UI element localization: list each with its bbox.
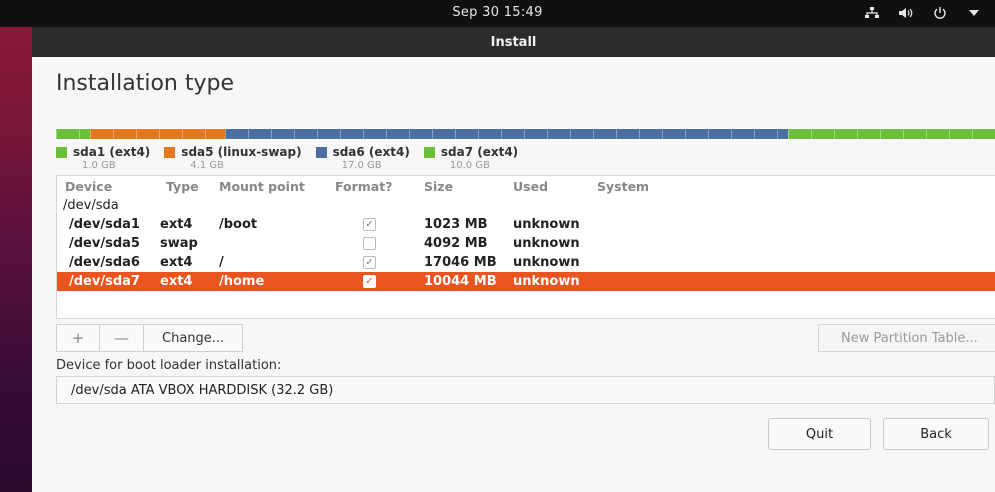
chevron-down-icon[interactable]	[965, 4, 983, 22]
cell-size: 1023 MB	[424, 217, 488, 232]
cell-used: unknown	[513, 217, 580, 232]
boot-loader-select[interactable]: /dev/sda ATA VBOX HARDDISK (32.2 GB)	[56, 376, 995, 404]
cell-mount-point: /boot	[219, 217, 258, 232]
partition-bar-segment-sda6	[225, 129, 789, 139]
column-header-system[interactable]: System	[597, 179, 995, 194]
cell-type: ext4	[160, 274, 193, 289]
format-checkbox[interactable]: ✓	[363, 275, 376, 288]
partition-table[interactable]: Device Type Mount point Format? Size Use…	[56, 175, 995, 319]
legend-swatch	[315, 146, 327, 158]
cell-mount-point: /	[219, 255, 224, 270]
cell-used: unknown	[513, 236, 580, 251]
cell-used: unknown	[513, 255, 580, 270]
cell-device: /dev/sda5	[69, 236, 140, 251]
page-title: Installation type	[56, 71, 234, 96]
cell-device: /dev/sda6	[69, 255, 140, 270]
legend-label: sda7 (ext4)	[440, 145, 519, 159]
power-icon[interactable]	[931, 4, 949, 22]
legend-size: 4.1 GB	[190, 160, 224, 171]
cell-type: ext4	[160, 255, 193, 270]
column-header-type[interactable]: Type	[160, 179, 219, 194]
legend-size: 1.0 GB	[82, 160, 116, 171]
legend-label: sda1 (ext4)	[73, 145, 151, 159]
format-checkbox[interactable]: ✓	[363, 218, 376, 231]
cell-format: ✓	[335, 275, 424, 288]
cell-size: 17046 MB	[424, 255, 497, 270]
remove-partition-button[interactable]: —	[100, 324, 144, 352]
column-header-mount-point[interactable]: Mount point	[219, 179, 335, 194]
desktop-wallpaper	[0, 0, 32, 492]
disk-group-row[interactable]: /dev/sda	[57, 196, 995, 215]
window-title: Install	[490, 34, 537, 50]
legend-item: sda6 (ext4) 17.0 GB	[315, 145, 410, 171]
legend-swatch	[164, 146, 176, 158]
clock[interactable]: Sep 30 15:49	[0, 5, 995, 20]
cell-type: ext4	[160, 217, 193, 232]
cell-type: swap	[160, 236, 198, 251]
partition-legend: sda1 (ext4) 1.0 GB sda5 (linux-swap) 4.1 GB…	[56, 145, 518, 171]
legend-size: 17.0 GB	[341, 160, 382, 171]
partition-bar	[56, 128, 995, 140]
partition-toolbar: + — Change...	[56, 324, 244, 352]
table-row[interactable]: /dev/sda5 swap 4092 MB unknown	[57, 234, 995, 253]
volume-icon[interactable]	[897, 4, 915, 22]
column-header-used[interactable]: Used	[513, 179, 597, 194]
cell-mount-point: /home	[219, 274, 265, 289]
table-row[interactable]: /dev/sda1 ext4/boot ✓ 1023 MB unknown	[57, 215, 995, 234]
legend-label: sda5 (linux-swap)	[181, 145, 302, 159]
column-header-device[interactable]: Device	[57, 179, 160, 194]
change-partition-button[interactable]: Change...	[144, 324, 244, 352]
boot-loader-label: Device for boot loader installation:	[56, 358, 282, 373]
network-icon[interactable]	[863, 4, 881, 22]
add-partition-button[interactable]: +	[56, 324, 100, 352]
legend-item: sda7 (ext4) 10.0 GB	[423, 145, 519, 171]
table-header: Device Type Mount point Format? Size Use…	[57, 176, 995, 196]
quit-button[interactable]: Quit	[768, 418, 871, 450]
format-checkbox[interactable]: ✓	[363, 256, 376, 269]
cell-device: /dev/sda1	[69, 217, 140, 232]
legend-item: sda1 (ext4) 1.0 GB	[56, 145, 150, 171]
cell-device: /dev/sda7	[69, 274, 140, 289]
window-titlebar: Install	[32, 27, 995, 57]
format-checkbox[interactable]	[363, 237, 376, 250]
top-panel: Sep 30 15:49	[0, 0, 995, 27]
installer-window: Install Installation type sda1 (ext4) 1.0…	[32, 27, 995, 492]
table-row[interactable]: /dev/sda6 ext4 / ✓ 17046 MB unknown	[57, 253, 995, 272]
system-tray[interactable]	[863, 4, 983, 22]
column-header-format[interactable]: Format?	[335, 179, 424, 194]
cell-format	[335, 237, 424, 250]
new-partition-table-button[interactable]: New Partition Table...	[818, 324, 995, 352]
cell-format: ✓	[335, 256, 424, 269]
cell-format: ✓	[335, 218, 424, 231]
cell-used: unknown	[513, 274, 580, 289]
column-header-size[interactable]: Size	[424, 179, 513, 194]
partition-bar-segment-sda7	[788, 129, 995, 139]
cell-size: 4092 MB	[424, 236, 488, 251]
legend-swatch	[56, 146, 67, 158]
back-button[interactable]: Back	[883, 418, 989, 450]
table-row[interactable]: /dev/sda7 ext4/home ✓ 10044 MB unknown	[57, 272, 995, 291]
legend-label: sda6 (ext4)	[332, 145, 410, 159]
legend-swatch	[423, 146, 435, 158]
cell-size: 10044 MB	[424, 274, 497, 289]
partition-bar-segment-sda5	[89, 129, 225, 139]
legend-size: 10.0 GB	[449, 160, 490, 171]
partition-bar-segment-sda1	[56, 129, 90, 139]
legend-item: sda5 (linux-swap) 4.1 GB	[164, 145, 302, 171]
